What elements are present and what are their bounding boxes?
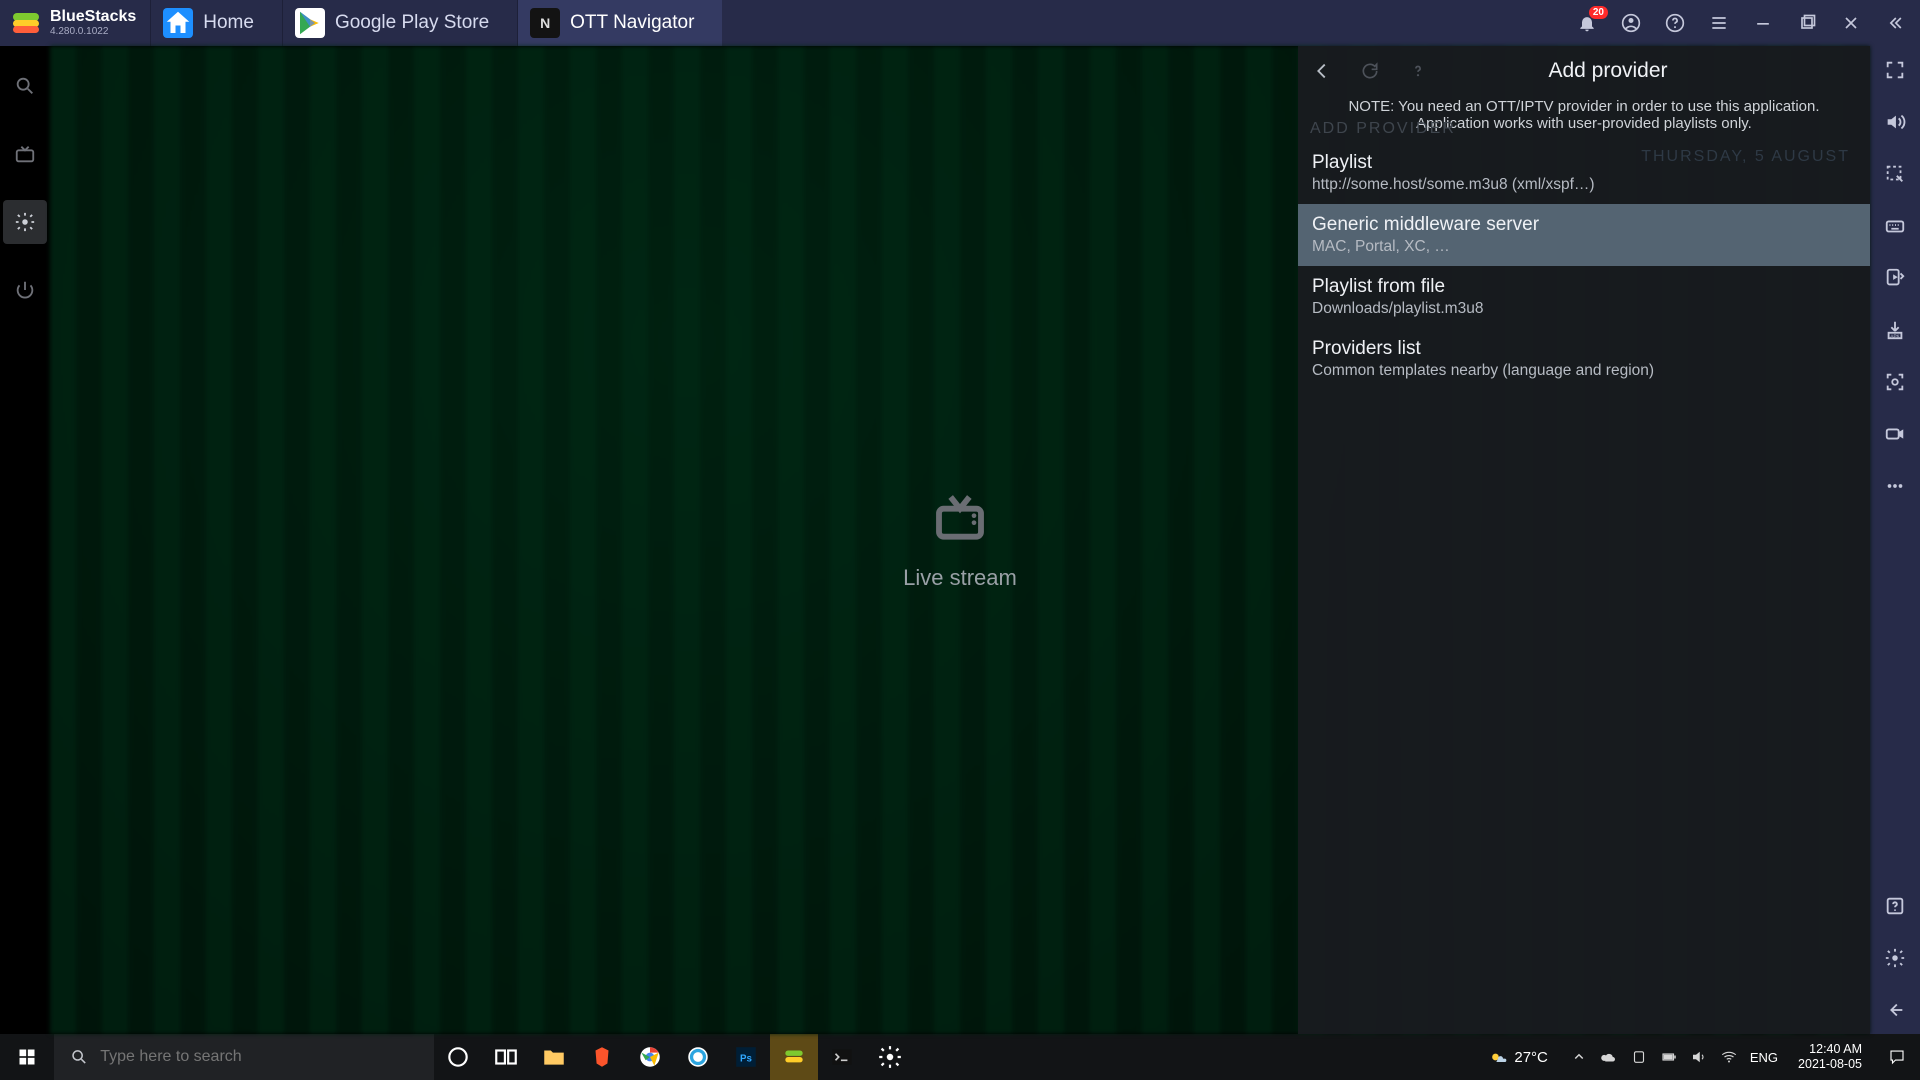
search-icon — [70, 1047, 88, 1067]
pin-bluestacks[interactable] — [770, 1034, 818, 1080]
tray-chevron-up-icon[interactable] — [1570, 1048, 1588, 1066]
taskbar-search[interactable] — [54, 1034, 434, 1080]
taskbar-pins: Ps — [434, 1034, 914, 1080]
titlebar-actions: 20 — [1562, 12, 1920, 34]
option-title: Providers list — [1312, 338, 1856, 360]
option-sub: Downloads/playlist.m3u8 — [1312, 300, 1856, 318]
nav-search[interactable] — [3, 64, 47, 108]
camera-scan-icon[interactable] — [1883, 370, 1907, 394]
app-area: Live stream ADD PROVIDER THURSDAY, 5 AUG… — [0, 46, 1870, 1034]
tray-time: 12:40 AM — [1798, 1042, 1862, 1057]
start-button[interactable] — [0, 1034, 54, 1080]
collapse-side-toolbar-button[interactable] — [1884, 12, 1906, 34]
system-tray: 27°C ENG 12:40 AM 2021-08-05 — [1480, 1042, 1920, 1072]
option-title: Generic middleware server — [1312, 214, 1856, 236]
settings-icon[interactable] — [1883, 946, 1907, 970]
nav-settings[interactable] — [3, 200, 47, 244]
keyboard-icon[interactable] — [1883, 214, 1907, 238]
nav-power[interactable] — [3, 268, 47, 312]
tray-clock[interactable]: 12:40 AM 2021-08-05 — [1790, 1042, 1870, 1072]
panel-refresh-button[interactable] — [1346, 61, 1394, 81]
bluestacks-icon — [10, 7, 42, 39]
nav-live[interactable] — [3, 132, 47, 176]
select-tool-icon[interactable] — [1883, 162, 1907, 186]
tab-ott-navigator[interactable]: N OTT Navigator — [517, 0, 722, 46]
windows-taskbar: Ps 27°C ENG 12:40 AM 2021-08-05 — [0, 1034, 1920, 1080]
tab-label: OTT Navigator — [570, 12, 694, 34]
tab-home[interactable]: Home — [150, 0, 282, 46]
notifications-button[interactable]: 20 — [1576, 12, 1598, 34]
pin-cortana[interactable] — [434, 1034, 482, 1080]
media-sync-icon[interactable] — [1883, 266, 1907, 290]
bg-text-add-provider: ADD PROVIDER — [1310, 120, 1456, 138]
body: Live stream ADD PROVIDER THURSDAY, 5 AUG… — [0, 46, 1920, 1034]
account-button[interactable] — [1620, 12, 1642, 34]
pin-settings[interactable] — [866, 1034, 914, 1080]
panel-help-button[interactable] — [1394, 61, 1442, 81]
home-icon — [163, 8, 193, 38]
weather-icon — [1488, 1047, 1508, 1067]
panel-back-button[interactable] — [1298, 60, 1346, 82]
tray-bluetooth-icon[interactable] — [1630, 1048, 1648, 1066]
option-providers-list[interactable]: Providers list Common templates nearby (… — [1298, 328, 1870, 390]
maximize-button[interactable] — [1796, 12, 1818, 34]
tray-date: 2021-08-05 — [1798, 1057, 1862, 1072]
tray-cloud-icon[interactable] — [1600, 1048, 1618, 1066]
live-stream-label: Live stream — [903, 565, 1017, 591]
fullscreen-icon[interactable] — [1883, 58, 1907, 82]
help-box-icon[interactable] — [1883, 894, 1907, 918]
volume-icon[interactable] — [1883, 110, 1907, 134]
pin-taskview[interactable] — [482, 1034, 530, 1080]
brand-version: 4.280.0.1022 — [50, 27, 136, 37]
brand-name: BlueStacks — [50, 9, 136, 25]
option-title: Playlist from file — [1312, 276, 1856, 298]
tray-battery-icon[interactable] — [1660, 1048, 1678, 1066]
option-playlist-from-file[interactable]: Playlist from file Downloads/playlist.m3… — [1298, 266, 1870, 328]
option-sub: Common templates nearby (language and re… — [1312, 362, 1856, 380]
tab-play-store[interactable]: Google Play Store — [282, 0, 517, 46]
hamburger-button[interactable] — [1708, 12, 1730, 34]
pin-terminal[interactable] — [818, 1034, 866, 1080]
ott-navigator-icon: N — [530, 8, 560, 38]
tv-icon — [932, 490, 988, 551]
pin-brave[interactable] — [578, 1034, 626, 1080]
back-arrow-icon[interactable] — [1883, 998, 1907, 1022]
svg-text:APK: APK — [1890, 333, 1899, 338]
bluestacks-titlebar: BlueStacks 4.280.0.1022 Home Google Play… — [0, 0, 1920, 46]
bg-text-date: THURSDAY, 5 AUGUST — [1641, 148, 1850, 166]
tab-label: Home — [203, 12, 254, 34]
bluestacks-side-toolbar: APK — [1870, 46, 1920, 1034]
add-provider-panel: ADD PROVIDER THURSDAY, 5 AUGUST Add prov… — [1298, 46, 1870, 1034]
tray-language[interactable]: ENG — [1750, 1050, 1778, 1065]
bluestacks-logo: BlueStacks 4.280.0.1022 — [0, 7, 150, 39]
close-button[interactable] — [1840, 12, 1862, 34]
more-icon[interactable] — [1883, 474, 1907, 498]
weather-widget[interactable]: 27°C — [1488, 1047, 1558, 1067]
svg-text:Ps: Ps — [740, 1053, 753, 1064]
pin-photoshop[interactable]: Ps — [722, 1034, 770, 1080]
tray-volume-icon[interactable] — [1690, 1048, 1708, 1066]
record-icon[interactable] — [1883, 422, 1907, 446]
notification-badge: 20 — [1589, 6, 1608, 19]
apk-install-icon[interactable]: APK — [1883, 318, 1907, 342]
option-sub: http://some.host/some.m3u8 (xml/xspf…) — [1312, 176, 1856, 194]
tray-wifi-icon[interactable] — [1720, 1048, 1738, 1066]
tray-action-center[interactable] — [1882, 1048, 1912, 1066]
pin-app-s[interactable] — [674, 1034, 722, 1080]
play-store-icon — [295, 8, 325, 38]
ott-left-nav — [0, 46, 50, 1034]
weather-temp: 27°C — [1514, 1049, 1548, 1066]
minimize-button[interactable] — [1752, 12, 1774, 34]
option-sub: MAC, Portal, XC, … — [1312, 238, 1856, 256]
panel-title: Add provider — [1442, 59, 1774, 83]
help-button[interactable] — [1664, 12, 1686, 34]
pin-chrome[interactable] — [626, 1034, 674, 1080]
option-generic-middleware[interactable]: Generic middleware server MAC, Portal, X… — [1298, 204, 1870, 266]
pin-explorer[interactable] — [530, 1034, 578, 1080]
taskbar-search-input[interactable] — [100, 1048, 418, 1066]
tab-label: Google Play Store — [335, 12, 489, 34]
